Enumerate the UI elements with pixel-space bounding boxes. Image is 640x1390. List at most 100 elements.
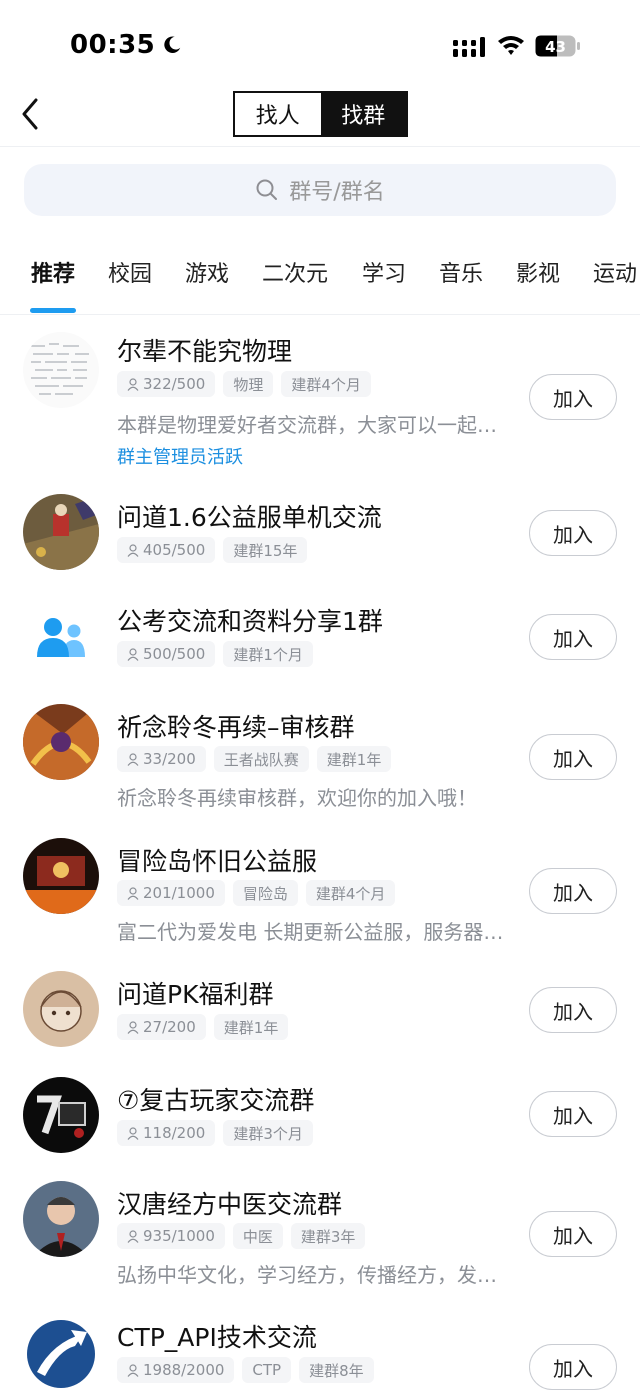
- group-tags: 201/1000 冒险岛 建群4个月: [117, 880, 396, 906]
- group-avatar: [23, 494, 99, 570]
- age-tag: 建群3个月: [223, 1120, 313, 1146]
- tab-campus[interactable]: 校园: [108, 256, 152, 288]
- member-count-tag: 500/500: [117, 641, 216, 667]
- person-icon: [127, 1126, 139, 1140]
- member-count-tag: 935/1000: [117, 1223, 225, 1249]
- person-icon: [127, 543, 139, 557]
- age-tag: 建群8年: [299, 1357, 374, 1383]
- group-tags: 322/500 物理 建群4个月: [117, 371, 371, 397]
- member-count-tag: 33/200: [117, 746, 206, 772]
- person-icon: [127, 886, 139, 900]
- tab-film[interactable]: 影视: [516, 256, 560, 288]
- status-time: 00:35: [70, 30, 183, 60]
- active-admin-badge: 群主管理员活跃: [117, 447, 243, 468]
- join-button[interactable]: 加入: [529, 868, 617, 914]
- category-tag: 物理: [223, 371, 274, 397]
- clock-text: 00:35: [70, 30, 156, 60]
- person-icon: [127, 1020, 139, 1034]
- tab-sports[interactable]: 运动: [593, 256, 637, 288]
- member-count-tag: 1988/2000: [117, 1357, 235, 1383]
- tab-recommend[interactable]: 推荐: [31, 256, 75, 288]
- age-tag: 建群1个月: [223, 641, 313, 667]
- member-count: 201/1000: [143, 884, 215, 902]
- group-avatar: [23, 838, 99, 914]
- age-tag: 建群1年: [213, 1014, 289, 1040]
- tabs-divider: [0, 314, 640, 315]
- tab-music[interactable]: 音乐: [439, 256, 483, 288]
- member-count: 322/500: [143, 375, 206, 393]
- group-description: 富二代为爱发电 长期更新公益服，服务器…: [117, 920, 504, 944]
- group-description: 祈念聆冬再续审核群，欢迎你的加入哦！: [117, 786, 477, 810]
- member-count-tag: 322/500: [117, 371, 216, 397]
- group-name: 问道PK福利群: [117, 980, 274, 1009]
- group-avatar: [23, 704, 99, 780]
- member-count-tag: 118/200: [117, 1120, 216, 1146]
- person-icon: [127, 1229, 139, 1243]
- wifi-icon: [498, 36, 524, 55]
- age-tag: 建群15年: [223, 537, 308, 563]
- person-icon: [127, 752, 139, 766]
- battery-level: 43: [545, 38, 566, 56]
- category-tabs: 推荐 校园 游戏 二次元 学习 音乐 影视 运动: [0, 240, 640, 316]
- group-description: 弘扬中华文化，学习经方，传播经方，发…: [117, 1263, 497, 1287]
- status-bar: 00:35 43: [0, 0, 640, 92]
- join-button[interactable]: 加入: [529, 1091, 617, 1137]
- join-button[interactable]: 加入: [529, 1344, 617, 1390]
- group-name: 问道1.6公益服单机交流: [117, 503, 382, 532]
- join-button[interactable]: 加入: [529, 1211, 617, 1257]
- age-tag: 建群4个月: [305, 880, 396, 906]
- tab-study[interactable]: 学习: [362, 256, 406, 288]
- tab-find-people[interactable]: 找人: [235, 93, 321, 135]
- member-count: 27/200: [143, 1018, 196, 1036]
- search-icon: [256, 179, 278, 200]
- group-tags: 118/200 建群3个月: [117, 1120, 313, 1146]
- member-count: 33/200: [143, 750, 196, 768]
- group-name: 汉唐经方中医交流群: [117, 1190, 343, 1219]
- tab-find-groups[interactable]: 找群: [320, 93, 406, 135]
- group-name: CTP_API技术交流: [117, 1323, 317, 1352]
- join-button[interactable]: 加入: [529, 614, 617, 660]
- group-name: ⑦复古玩家交流群: [117, 1086, 315, 1115]
- member-count: 935/1000: [143, 1227, 215, 1245]
- member-count-tag: 27/200: [117, 1014, 206, 1040]
- search-placeholder: 群号/群名: [289, 180, 385, 205]
- join-button[interactable]: 加入: [529, 734, 617, 780]
- category-tag: CTP: [242, 1357, 292, 1383]
- group-name: 祈念聆冬再续–审核群: [117, 713, 355, 742]
- cellular-signal-icon: [453, 37, 485, 57]
- tab-anime[interactable]: 二次元: [262, 256, 328, 288]
- member-count: 500/500: [143, 645, 206, 663]
- search-input[interactable]: 群号/群名: [24, 164, 616, 216]
- back-button[interactable]: [14, 94, 54, 134]
- tab-games[interactable]: 游戏: [185, 256, 229, 288]
- group-avatar: [23, 1316, 99, 1390]
- group-avatar: [23, 1077, 99, 1153]
- join-button[interactable]: 加入: [529, 510, 617, 556]
- member-count-tag: 405/500: [117, 537, 216, 563]
- category-tag: 王者战队赛: [213, 746, 309, 772]
- group-name: 尔辈不能究物理: [117, 337, 293, 366]
- age-tag: 建群3年: [290, 1223, 366, 1249]
- header-divider: [0, 146, 640, 147]
- group-name: 冒险岛怀旧公益服: [117, 847, 318, 876]
- category-tag: 中医: [232, 1223, 283, 1249]
- active-tab-indicator: [30, 308, 76, 313]
- group-tags: 500/500 建群1个月: [117, 641, 313, 667]
- person-icon: [127, 1363, 139, 1377]
- mode-switch: 找人 找群: [233, 91, 408, 137]
- age-tag: 建群4个月: [281, 371, 371, 397]
- group-avatar: [23, 332, 99, 408]
- member-count: 118/200: [143, 1124, 206, 1142]
- group-tags: 935/1000 中医 建群3年: [117, 1223, 366, 1249]
- default-group-avatar-icon: [23, 598, 99, 674]
- member-count-tag: 201/1000: [117, 880, 225, 906]
- age-tag: 建群1年: [316, 746, 392, 772]
- person-icon: [127, 377, 139, 391]
- group-name: 公考交流和资料分享1群: [117, 607, 383, 636]
- join-button[interactable]: 加入: [529, 374, 617, 420]
- category-tag: 冒险岛: [232, 880, 298, 906]
- group-tags: 33/200 王者战队赛 建群1年: [117, 746, 392, 772]
- group-description: 本群是物理爱好者交流群，大家可以一起…: [117, 413, 497, 437]
- join-button[interactable]: 加入: [529, 987, 617, 1033]
- member-count: 1988/2000: [143, 1361, 225, 1379]
